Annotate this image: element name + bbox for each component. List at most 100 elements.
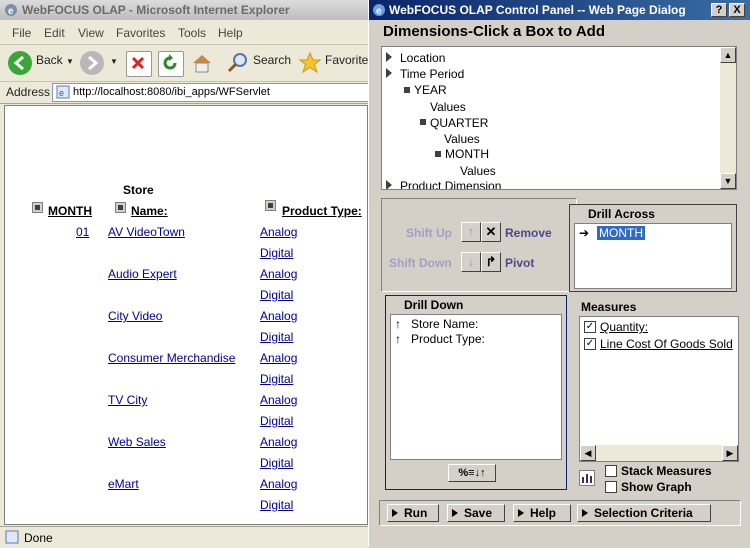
save-button[interactable]: Save xyxy=(447,504,505,522)
menu-view[interactable]: View xyxy=(78,26,104,40)
month-collapse-icon[interactable] xyxy=(32,202,43,213)
svg-text:e: e xyxy=(376,6,382,17)
measure-item[interactable]: Line Cost Of Goods Sold xyxy=(600,337,733,351)
tree-node-product-dimension[interactable]: Product Dimension xyxy=(400,179,501,189)
collapse-square-icon[interactable] xyxy=(404,87,410,93)
product-type-link[interactable]: Digital xyxy=(260,246,293,260)
search-button-label[interactable]: Search xyxy=(253,53,291,67)
drill-down-item[interactable]: Product Type: xyxy=(411,332,485,346)
shift-up-arrow-icon[interactable]: ↑ xyxy=(461,222,481,242)
month-value-link[interactable]: 01 xyxy=(76,225,89,239)
measure-checkbox-quantity[interactable]: ✓ xyxy=(584,321,596,333)
measure-checkbox-line-cost[interactable]: ✓ xyxy=(584,338,596,350)
menu-help[interactable]: Help xyxy=(218,26,243,40)
menu-edit[interactable]: Edit xyxy=(44,26,65,40)
sort-button[interactable]: %≡↓↑ xyxy=(448,464,496,482)
remove-label[interactable]: Remove xyxy=(505,226,552,240)
store-name-link[interactable]: AV VideoTown xyxy=(108,225,185,239)
tree-node-location[interactable]: Location xyxy=(400,51,445,65)
remove-x-icon[interactable]: ✕ xyxy=(481,222,501,242)
scroll-right-icon[interactable]: ▶ xyxy=(722,445,738,461)
store-name-link[interactable]: Audio Expert xyxy=(108,267,177,281)
product-type-link[interactable]: Analog xyxy=(260,351,297,365)
back-button-label[interactable]: Back xyxy=(36,53,63,67)
forward-icon[interactable] xyxy=(80,51,104,75)
back-icon[interactable] xyxy=(8,51,32,75)
product-type-link[interactable]: Analog xyxy=(260,225,297,239)
run-button[interactable]: Run xyxy=(387,504,439,522)
product-type-link[interactable]: Analog xyxy=(260,309,297,323)
store-name-link[interactable]: Web Sales xyxy=(108,435,166,449)
tree-node-month[interactable]: MONTH xyxy=(445,147,489,161)
product-type-link[interactable]: Digital xyxy=(260,456,293,470)
product-type-link[interactable]: Analog xyxy=(260,477,297,491)
favorites-button-label[interactable]: Favorite xyxy=(325,53,368,67)
scroll-left-icon[interactable]: ◀ xyxy=(580,445,596,461)
product-type-link[interactable]: Digital xyxy=(260,498,293,512)
expand-arrow-icon[interactable] xyxy=(386,180,392,189)
home-icon[interactable] xyxy=(190,51,214,75)
store-name-link[interactable]: City Video xyxy=(108,309,162,323)
help-button[interactable]: Help xyxy=(513,504,571,522)
drill-across-item[interactable]: MONTH xyxy=(597,226,645,240)
address-input[interactable]: e http://localhost:8080/ibi_apps/WFServl… xyxy=(52,83,370,102)
graph-icon[interactable] xyxy=(579,470,595,486)
measures-hscrollbar[interactable]: ◀ ▶ xyxy=(580,445,738,461)
tree-node-year-values[interactable]: Values xyxy=(430,100,466,114)
product-type-link[interactable]: Digital xyxy=(260,288,293,302)
drill-up-arrow-icon[interactable]: ↑ xyxy=(395,332,401,346)
dialog-close-button[interactable]: X xyxy=(729,3,745,17)
month-header[interactable]: MONTH xyxy=(48,204,92,218)
product-type-link[interactable]: Analog xyxy=(260,267,297,281)
store-name-link[interactable]: eMart xyxy=(108,477,139,491)
measures-list[interactable]: ✓ Quantity: ✓ Line Cost Of Goods Sold ◀ … xyxy=(579,316,739,462)
drill-down-panel: Drill Down ↑ Store Name: ↑ Product Type:… xyxy=(385,295,567,490)
show-graph-checkbox[interactable] xyxy=(605,481,617,493)
refresh-icon[interactable] xyxy=(158,51,184,77)
expand-arrow-icon[interactable] xyxy=(386,52,392,62)
store-header[interactable]: Name: xyxy=(131,204,168,218)
product-header[interactable]: Product Type: xyxy=(282,204,362,218)
scroll-up-icon[interactable]: ▲ xyxy=(720,47,736,63)
store-name-link[interactable]: Consumer Merchandise xyxy=(108,351,235,365)
collapse-square-icon[interactable] xyxy=(420,119,426,125)
tree-node-quarter[interactable]: QUARTER xyxy=(430,116,488,130)
scroll-down-icon[interactable]: ▼ xyxy=(720,173,736,189)
selection-criteria-button[interactable]: Selection Criteria xyxy=(577,504,711,522)
tree-scrollbar[interactable]: ▲ ▼ xyxy=(720,47,736,189)
store-name-link[interactable]: TV City xyxy=(108,393,147,407)
pivot-label[interactable]: Pivot xyxy=(505,256,534,270)
drill-up-arrow-icon[interactable]: ↑ xyxy=(395,317,401,331)
menu-tools[interactable]: Tools xyxy=(178,26,206,40)
measure-item[interactable]: Quantity: xyxy=(600,320,648,334)
stack-measures-checkbox[interactable] xyxy=(605,465,617,477)
search-icon[interactable] xyxy=(226,51,250,75)
pivot-arrow-icon[interactable]: ↱ xyxy=(481,252,501,272)
tree-node-year[interactable]: YEAR xyxy=(414,83,447,97)
store-collapse-icon[interactable] xyxy=(115,202,126,213)
product-collapse-icon[interactable] xyxy=(265,200,276,211)
product-type-link[interactable]: Digital xyxy=(260,414,293,428)
product-type-link[interactable]: Analog xyxy=(260,435,297,449)
tree-node-quarter-values[interactable]: Values xyxy=(444,132,480,146)
forward-dropdown-icon[interactable]: ▼ xyxy=(110,57,118,66)
menu-file[interactable]: File xyxy=(12,26,31,40)
tree-node-month-values[interactable]: Values xyxy=(460,164,496,178)
drill-down-list[interactable]: ↑ Store Name: ↑ Product Type: xyxy=(390,314,562,460)
product-type-link[interactable]: Digital xyxy=(260,372,293,386)
olap-control-panel-dialog: e WebFOCUS OLAP Control Panel -- Web Pag… xyxy=(368,0,750,547)
collapse-square-icon[interactable] xyxy=(435,151,441,157)
dialog-help-button[interactable]: ? xyxy=(711,3,727,17)
favorites-icon[interactable] xyxy=(298,51,322,75)
product-type-link[interactable]: Analog xyxy=(260,393,297,407)
back-dropdown-icon[interactable]: ▼ xyxy=(66,57,74,66)
dialog-title: WebFOCUS OLAP Control Panel -- Web Page … xyxy=(389,3,686,17)
tree-node-time-period[interactable]: Time Period xyxy=(400,67,464,81)
menu-favorites[interactable]: Favorites xyxy=(116,26,165,40)
stop-icon[interactable] xyxy=(126,51,152,77)
shift-down-arrow-icon[interactable]: ↓ xyxy=(461,252,481,272)
expand-arrow-icon[interactable] xyxy=(386,68,392,78)
drill-down-item[interactable]: Store Name: xyxy=(411,317,478,331)
drill-across-list[interactable]: ➔ MONTH xyxy=(574,223,732,289)
product-type-link[interactable]: Digital xyxy=(260,330,293,344)
